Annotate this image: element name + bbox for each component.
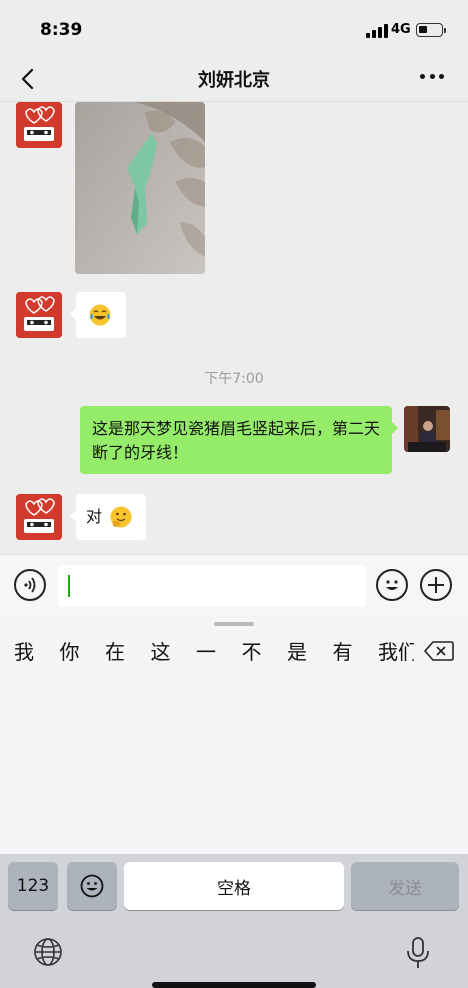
more-options-icon[interactable] [420,74,444,82]
candidate-word[interactable]: 我 [14,638,60,666]
keyboard-bottom-rows: 123 空格 发送 [0,854,468,988]
candidate-bar: 我 你 在 这 一 不 是 有 我们 [0,616,468,854]
image-message[interactable] [75,102,205,274]
globe-icon[interactable] [32,936,64,968]
contact-avatar[interactable] [16,494,62,540]
network-label: 4G [391,22,411,37]
battery-level [419,26,427,33]
candidate-list: 我 你 在 这 一 不 是 有 我们 [14,638,414,666]
candidate-word[interactable]: 有 [333,638,379,666]
my-avatar[interactable] [404,406,450,452]
status-time: 8:39 [40,20,83,40]
emoji-message-bubble[interactable] [70,292,126,338]
candidate-word[interactable]: 我们 [378,638,414,666]
candidate-word[interactable]: 不 [242,638,288,666]
candidate-word[interactable]: 这 [151,638,197,666]
more-functions-button[interactable] [420,569,452,601]
sent-text-bubble[interactable]: 这是那天梦见瓷猪眉毛竖起来后，第二天断了的牙线！ [80,406,398,474]
smiley-icon [80,874,104,898]
contact-avatar[interactable] [16,292,62,338]
candidate-word[interactable]: 在 [105,638,151,666]
text-caret [68,575,70,597]
contact-name-title: 刘妍北京 [198,70,270,91]
message-text-input[interactable] [58,565,366,607]
laughing-crying-emoji-icon [89,304,111,326]
thinking-emoji-icon [110,506,132,528]
home-indicator[interactable] [152,982,316,988]
voice-icon [24,577,36,593]
user-photo-avatar-icon [404,406,450,452]
space-key[interactable]: 空格 [124,862,344,910]
smiley-icon [386,580,398,590]
send-key[interactable]: 发送 [351,862,459,910]
number-mode-key[interactable]: 123 [8,862,58,910]
received-text: 对 [86,507,103,526]
message-timestamp: 下午7:00 [204,371,264,387]
delete-backspace-icon[interactable] [424,640,454,662]
chinese-keyboard: 我 你 在 这 一 不 是 有 我们 123 空格 发送 [0,616,468,988]
contact-avatar[interactable] [16,102,62,148]
cassette-heart-avatar-icon [16,292,62,338]
plus-icon [428,577,444,593]
candidate-word[interactable]: 一 [196,638,242,666]
battery-icon [416,23,446,37]
received-text-bubble[interactable]: 对 [70,494,146,540]
chat-message-list[interactable]: 下午7:00 这是那天梦见瓷猪眉毛竖起来后，第二天断了的牙线！ 对 [0,102,468,554]
cassette-heart-avatar-icon [16,102,62,148]
cassette-heart-avatar-icon [16,494,62,540]
microphone-icon[interactable] [404,936,432,970]
candidate-expand-handle[interactable] [214,622,254,626]
candidate-word[interactable]: 你 [60,638,106,666]
voice-input-button[interactable] [14,569,46,601]
candidate-word[interactable]: 是 [287,638,333,666]
message-input-bar [0,554,468,616]
photo-floss-pick [75,102,205,274]
signal-icon [366,24,388,38]
emoji-keyboard-key[interactable] [67,862,117,910]
chat-header: 刘妍北京 [0,56,468,102]
status-bar: 8:39 4G [0,0,468,56]
emoji-button[interactable] [376,569,408,601]
